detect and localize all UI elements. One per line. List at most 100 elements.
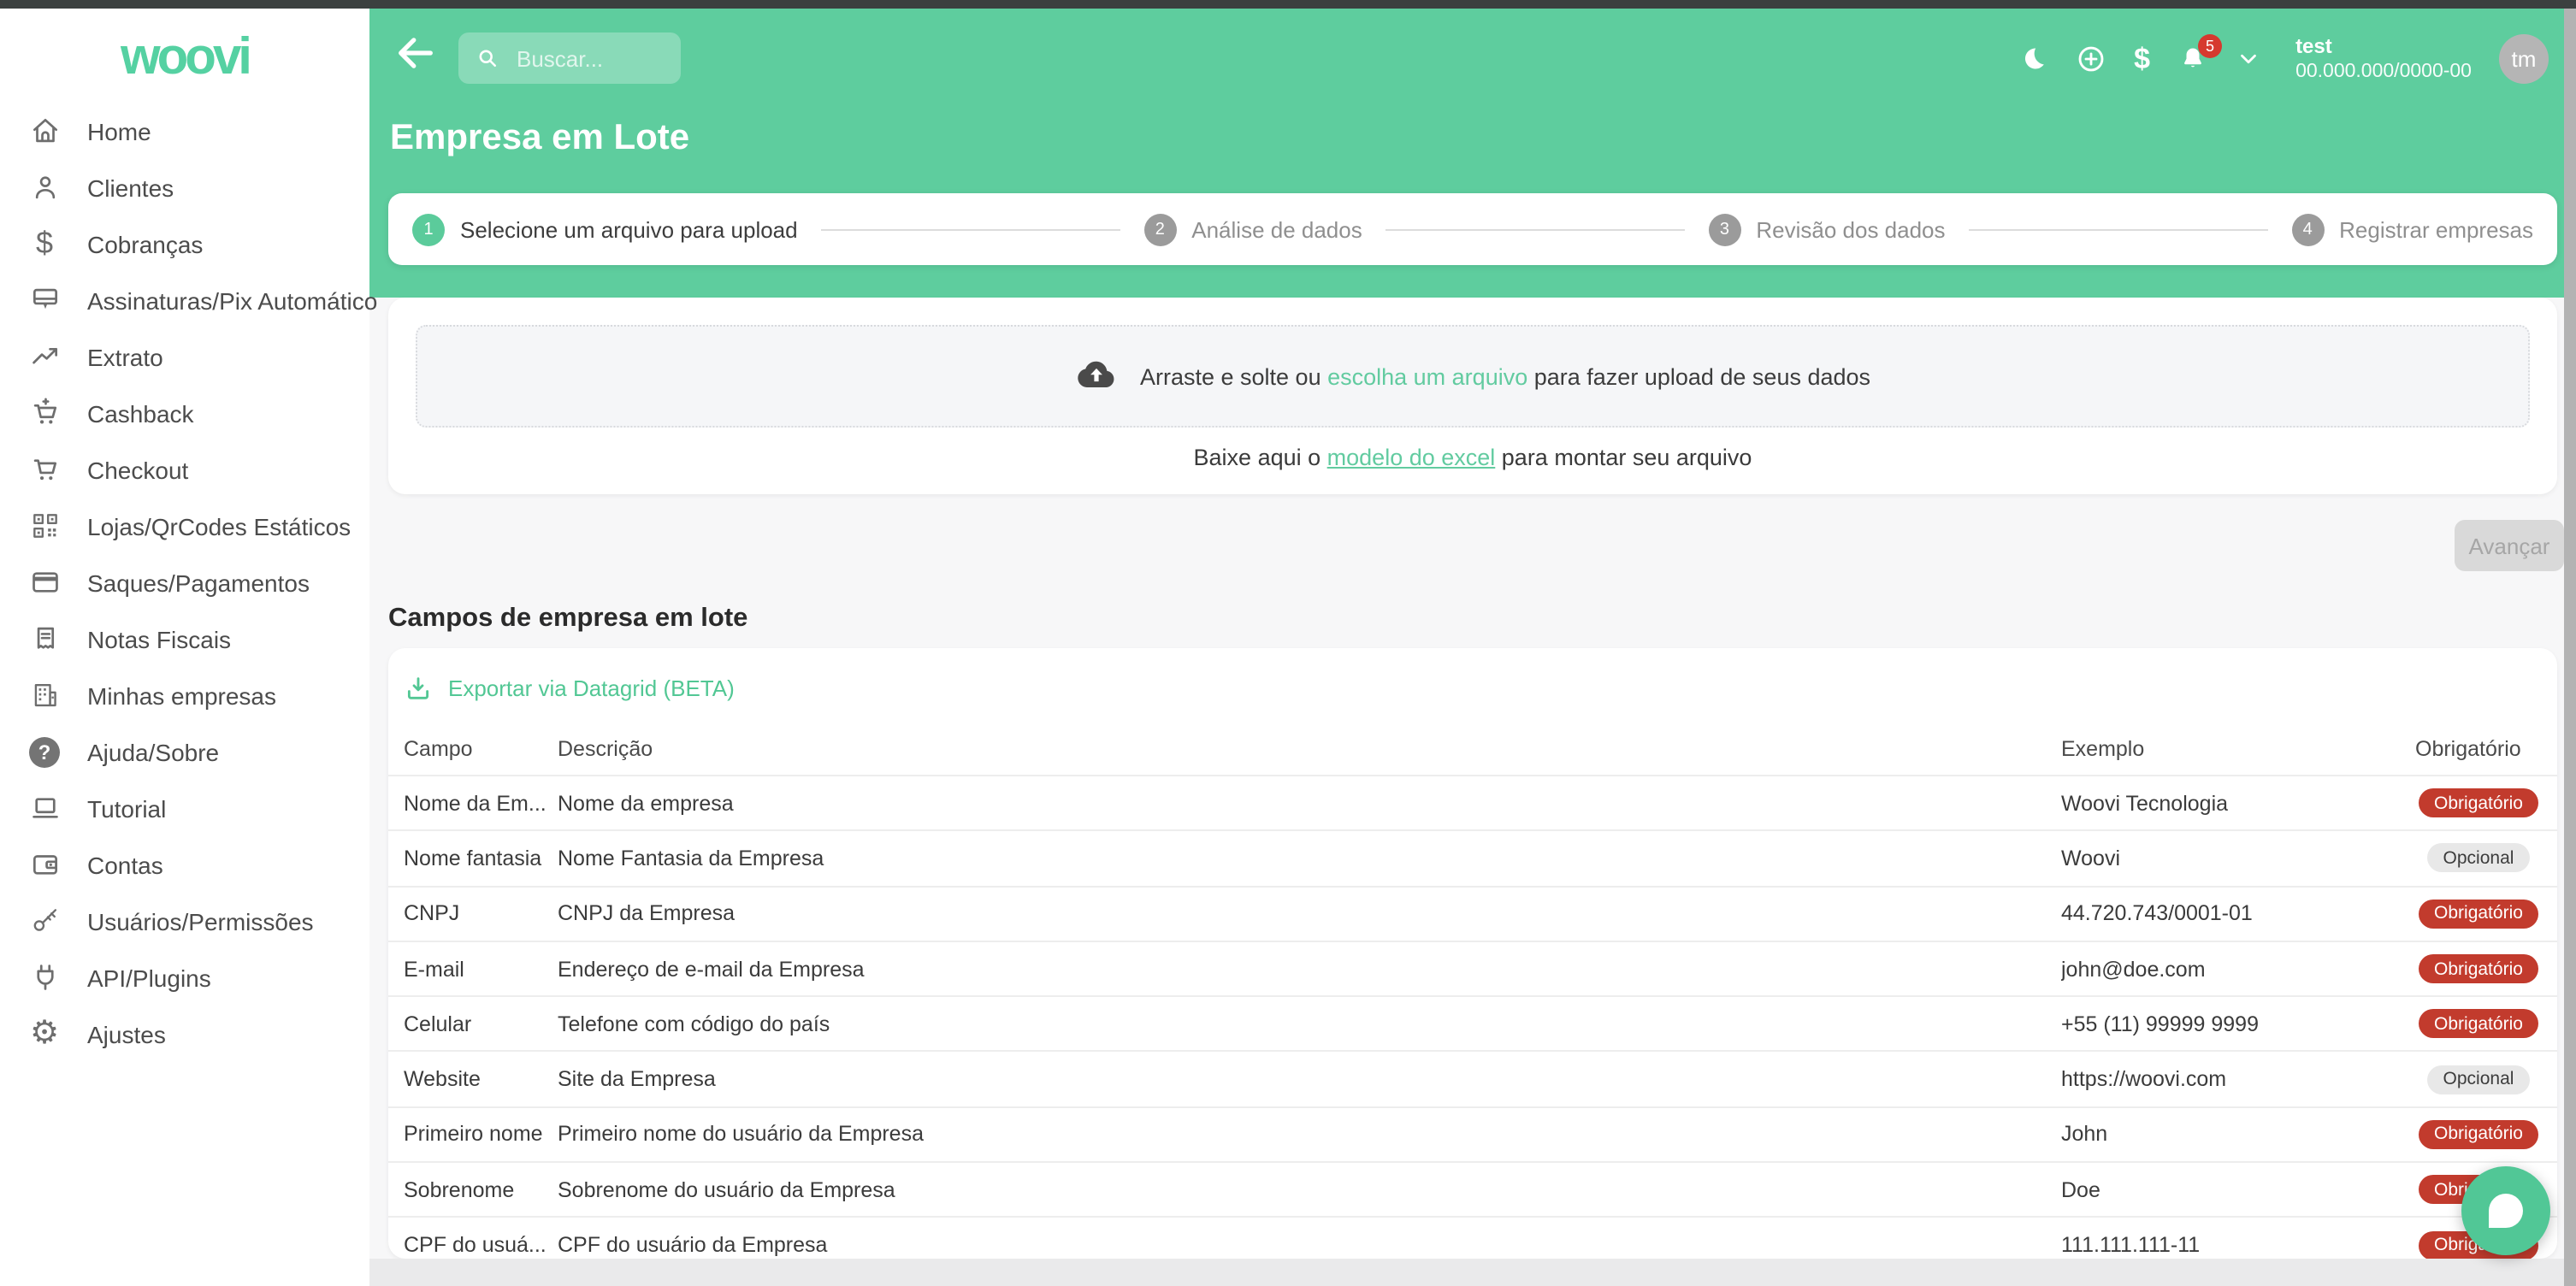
- table-row: CPF do usuá... CPF do usuário da Empresa…: [388, 1217, 2557, 1259]
- sidebar-item-extrato[interactable]: Extrato: [0, 328, 369, 385]
- account-document: 00.000.000/0000-00: [2295, 60, 2472, 85]
- step-4: 4 Registrar empresas: [2291, 213, 2533, 245]
- qrcode-icon: [27, 509, 62, 543]
- sidebar-item-empresas[interactable]: Minhas empresas: [0, 667, 369, 723]
- sidebar-item-label: Checkout: [87, 456, 188, 483]
- page-title: Empresa em Lote: [390, 118, 689, 159]
- sidebar-item-contas[interactable]: Contas: [0, 836, 369, 893]
- person-icon: [27, 170, 62, 204]
- step-4-label: Registrar empresas: [2339, 216, 2533, 242]
- step-1-circle: 1: [412, 213, 445, 245]
- step-1: 1 Selecione um arquivo para upload: [412, 213, 798, 245]
- window-top-bar: [0, 0, 2576, 9]
- table-row: E-mail Endereço de e-mail da Empresa joh…: [388, 941, 2557, 996]
- sidebar-item-label: Home: [87, 117, 151, 145]
- wallet-icon: [27, 847, 62, 882]
- chat-widget-button[interactable]: [2461, 1166, 2550, 1255]
- step-3: 3 Revisão dos dados: [1708, 213, 1945, 245]
- step-2-label: Análise de dados: [1191, 216, 1362, 242]
- col-header-exemplo: Exemplo: [2061, 736, 2415, 760]
- sidebar-item-saques[interactable]: Saques/Pagamentos: [0, 554, 369, 611]
- back-arrow-icon[interactable]: [393, 31, 438, 75]
- sidebar-item-usuarios[interactable]: Usuários/Permissões: [0, 893, 369, 949]
- sidebar-item-label: Ajuda/Sobre: [87, 738, 219, 765]
- add-plus-circle-icon[interactable]: [2074, 43, 2106, 75]
- required-badge: Obrigatório: [2419, 1120, 2538, 1149]
- table-row: Celular Telefone com código do país +55 …: [388, 995, 2557, 1051]
- sidebar-item-label: API/Plugins: [87, 964, 211, 991]
- sidebar-item-label: Ajustes: [87, 1020, 166, 1047]
- fields-table-card: Exportar via Datagrid (BETA) Campo Descr…: [388, 648, 2557, 1259]
- sidebar-item-notas[interactable]: Notas Fiscais: [0, 611, 369, 667]
- notification-count-badge: 5: [2198, 33, 2222, 57]
- dark-mode-moon-icon[interactable]: [2016, 44, 2047, 74]
- step-connector: [1386, 228, 1685, 230]
- step-3-circle: 3: [1708, 213, 1740, 245]
- table-row: CNPJ CNPJ da Empresa 44.720.743/0001-01 …: [388, 885, 2557, 941]
- col-header-campo: Campo: [404, 736, 558, 760]
- step-connector: [1970, 228, 2268, 230]
- sidebar-item-assinaturas[interactable]: Assinaturas/Pix Automático: [0, 272, 369, 328]
- sidebar-item-label: Contas: [87, 851, 163, 878]
- required-badge: Obrigatório: [2419, 1010, 2538, 1039]
- step-2-circle: 2: [1143, 213, 1176, 245]
- sidebar-item-label: Clientes: [87, 174, 174, 201]
- download-icon: [404, 674, 433, 703]
- search-input[interactable]: [513, 44, 667, 73]
- table-header-row: Campo Descrição Exemplo Obrigatório: [388, 722, 2557, 775]
- notifications-bell-icon[interactable]: 5: [2177, 44, 2208, 74]
- required-badge: Obrigatório: [2419, 899, 2538, 928]
- sidebar-item-label: Usuários/Permissões: [87, 907, 314, 935]
- sidebar: woovi Home Clientes $ Cobranças Assinatu…: [0, 9, 369, 1286]
- col-header-descricao: Descrição: [558, 736, 2061, 760]
- sidebar-item-label: Tutorial: [87, 794, 166, 822]
- chevron-down-icon[interactable]: [2236, 46, 2261, 72]
- sidebar-item-cobrancas[interactable]: $ Cobranças: [0, 215, 369, 272]
- credit-card-icon: [27, 565, 62, 599]
- sidebar-item-label: Assinaturas/Pix Automático: [87, 286, 377, 314]
- export-datagrid-link[interactable]: Exportar via Datagrid (BETA): [388, 648, 2557, 703]
- trending-up-icon: [27, 339, 62, 374]
- excel-template-link[interactable]: modelo do excel: [1327, 445, 1496, 470]
- chat-bubble-icon: [2489, 1194, 2523, 1228]
- optional-badge: Opcional: [2428, 1065, 2530, 1094]
- account-name: test: [2295, 34, 2472, 60]
- required-badge: Obrigatório: [2419, 954, 2538, 983]
- home-icon: [27, 114, 62, 148]
- step-4-circle: 4: [2291, 213, 2324, 245]
- sidebar-item-label: Cobranças: [87, 230, 203, 257]
- next-button[interactable]: Avançar: [2455, 520, 2564, 571]
- cart-icon: [27, 452, 62, 487]
- avatar[interactable]: tm: [2499, 34, 2549, 84]
- stepper: 1 Selecione um arquivo para upload 2 Aná…: [388, 193, 2557, 265]
- choose-file-link[interactable]: escolha um arquivo: [1327, 363, 1527, 389]
- page-bottom-strip: [369, 1259, 2576, 1286]
- dropzone-text: Arraste e solte ou escolha um arquivo pa…: [1140, 363, 1870, 389]
- template-download-text: Baixe aqui o modelo do excel para montar…: [388, 445, 2557, 470]
- sidebar-item-label: Notas Fiscais: [87, 625, 231, 652]
- help-icon: ?: [27, 734, 62, 769]
- currency-dollar-icon[interactable]: $: [2134, 42, 2150, 76]
- sidebar-item-tutorial[interactable]: Tutorial: [0, 780, 369, 836]
- sidebar-item-api[interactable]: API/Plugins: [0, 949, 369, 1006]
- step-2: 2 Análise de dados: [1143, 213, 1362, 245]
- account-switcher[interactable]: test 00.000.000/0000-00: [2295, 34, 2472, 85]
- table-row: Nome da Em... Nome da empresa Woovi Tecn…: [388, 775, 2557, 830]
- vertical-scrollbar[interactable]: [2564, 9, 2576, 1286]
- woovi-logo[interactable]: woovi: [0, 29, 369, 87]
- fields-section-title: Campos de empresa em lote: [388, 604, 747, 634]
- sidebar-nav: Home Clientes $ Cobranças Assinaturas/Pi…: [0, 103, 369, 1062]
- sidebar-item-label: Extrato: [87, 343, 163, 370]
- file-dropzone[interactable]: Arraste e solte ou escolha um arquivo pa…: [416, 325, 2530, 428]
- sidebar-item-lojas[interactable]: Lojas/QrCodes Estáticos: [0, 498, 369, 554]
- sidebar-item-ajustes[interactable]: ⚙ Ajustes: [0, 1006, 369, 1062]
- sidebar-item-checkout[interactable]: Checkout: [0, 441, 369, 498]
- search-icon: [476, 46, 499, 70]
- search-box: [458, 32, 681, 84]
- optional-badge: Opcional: [2428, 844, 2530, 873]
- plug-icon: [27, 960, 62, 994]
- sidebar-item-cashback[interactable]: Cashback: [0, 385, 369, 441]
- sidebar-item-ajuda[interactable]: ? Ajuda/Sobre: [0, 723, 369, 780]
- sidebar-item-home[interactable]: Home: [0, 103, 369, 159]
- sidebar-item-clientes[interactable]: Clientes: [0, 159, 369, 215]
